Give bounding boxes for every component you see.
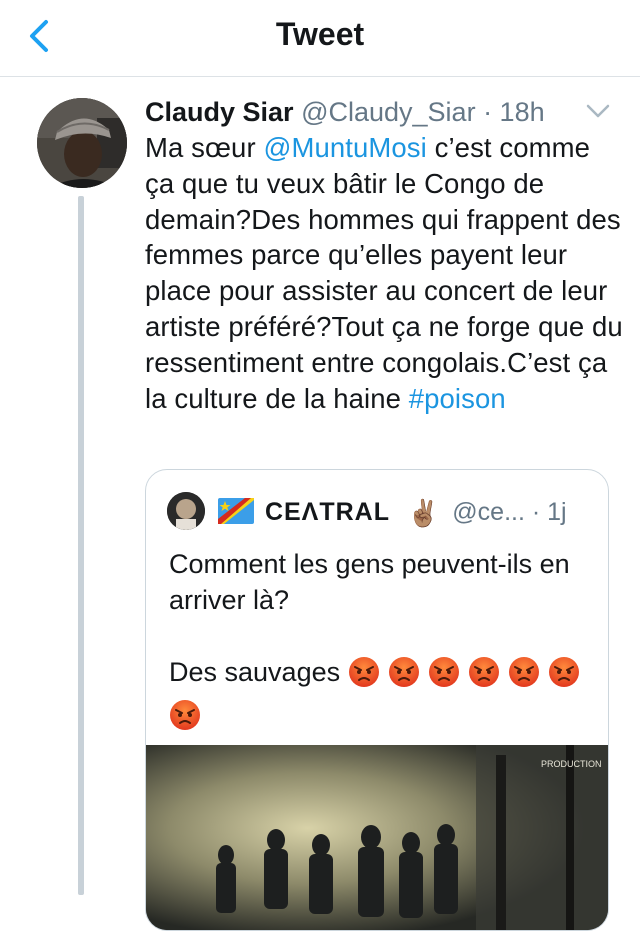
tweet-header: Claudy Siar @Claudy_Siar · 18h bbox=[145, 92, 545, 132]
angry-face-icon bbox=[508, 656, 540, 697]
quoted-text-words: Des sauvages bbox=[169, 657, 341, 687]
tweet-text: Ma sœur @MuntuMosi c’est comme ça que tu… bbox=[145, 130, 625, 416]
chevron-down-icon bbox=[586, 104, 610, 118]
nav-bar: Tweet bbox=[0, 0, 640, 77]
quoted-tweet-card[interactable]: CEɅTRAL ✌🏽 @ce... · 1j Comment les gens … bbox=[145, 469, 609, 931]
angry-face-icon bbox=[388, 656, 420, 697]
mention-link[interactable]: @MuntuMosi bbox=[263, 132, 426, 163]
quoted-tweet-header: CEɅTRAL ✌🏽 @ce... · 1j bbox=[218, 492, 567, 532]
tweet-text-part: c’est comme ça que tu veux bâtir le Cong… bbox=[145, 132, 623, 414]
quoted-text-line: Comment les gens peuvent-ils en arriver … bbox=[169, 549, 570, 615]
quoted-media-thumbnail[interactable]: PRODUCTION bbox=[146, 745, 608, 930]
angry-face-icon bbox=[548, 656, 580, 697]
angry-face-icon bbox=[468, 656, 500, 697]
victory-hand-icon: ✌🏽 bbox=[406, 498, 440, 528]
quoted-tweet-text: Comment les gens peuvent-ils en arriver … bbox=[169, 546, 589, 740]
author-avatar[interactable] bbox=[37, 98, 127, 188]
angry-face-icon bbox=[169, 699, 201, 740]
thread-line bbox=[78, 196, 84, 895]
quoted-author-handle-time: @ce... · 1j bbox=[452, 498, 567, 526]
quoted-author-avatar bbox=[167, 492, 205, 530]
page-title: Tweet bbox=[275, 16, 365, 52]
media-watermark: PRODUCTION bbox=[541, 759, 602, 769]
avatar-photo bbox=[37, 98, 127, 188]
angry-face-icon bbox=[428, 656, 460, 697]
crowd-video-frame: PRODUCTION bbox=[146, 745, 608, 930]
tweet-text-part: Ma sœur bbox=[145, 132, 264, 163]
drc-flag-icon bbox=[218, 498, 254, 524]
quoted-text-line-2: Des sauvages bbox=[169, 654, 589, 740]
tweet-menu-button[interactable] bbox=[583, 100, 613, 122]
hashtag-link[interactable]: #poison bbox=[409, 383, 506, 414]
angry-face-icon bbox=[348, 656, 380, 697]
quoted-author-name[interactable]: CEɅTRAL bbox=[265, 498, 390, 526]
author-name[interactable]: Claudy Siar bbox=[145, 97, 294, 127]
author-handle-time: @Claudy_Siar · 18h bbox=[301, 97, 545, 127]
